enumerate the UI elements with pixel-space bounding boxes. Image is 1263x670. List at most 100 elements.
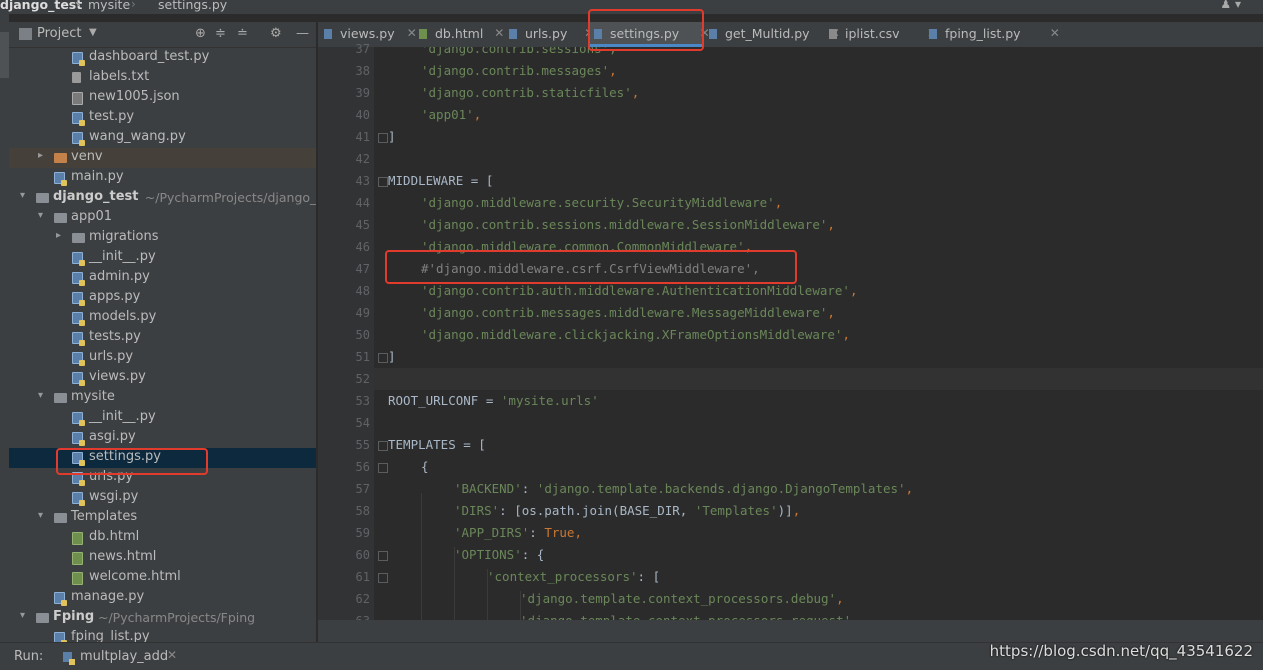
python-file-icon (54, 632, 67, 642)
code-line[interactable]: 'django.middleware.clickjacking.XFrameOp… (388, 324, 850, 346)
editor-tab[interactable]: fping_list.py ✕ (923, 22, 1060, 47)
code-line[interactable]: 'app01', (388, 104, 481, 126)
editor-tab[interactable]: iplist.csv✕ (823, 22, 937, 47)
tree-row[interactable]: asgi.py (9, 428, 316, 448)
tree-row[interactable]: manage.py (9, 588, 316, 608)
tree-row[interactable]: welcome.html (9, 568, 316, 588)
gear-icon[interactable]: ⚙ (270, 26, 282, 41)
breadcrumb-file[interactable]: settings.py (158, 0, 227, 12)
line-number: 40 (355, 108, 370, 122)
expand-all-icon[interactable]: ≑ (215, 26, 226, 41)
code-line[interactable]: 'django.template.context_processors.requ… (388, 610, 859, 620)
chevron-down-icon[interactable]: ▾ (20, 190, 25, 201)
code-line[interactable]: #'django.middleware.csrf.CsrfViewMiddlew… (388, 258, 760, 280)
code-line[interactable]: 'django.contrib.messages', (388, 60, 617, 82)
tree-item-label: Fping (53, 609, 95, 624)
tree-row[interactable]: settings.py (9, 448, 316, 468)
chevron-right-icon[interactable]: ▸ (38, 150, 43, 161)
hide-icon[interactable]: — (296, 26, 309, 41)
tree-row[interactable]: __init__.py (9, 248, 316, 268)
close-icon[interactable]: ✕ (167, 648, 177, 662)
chevron-down-icon[interactable]: ▾ (38, 210, 43, 221)
html-file-icon (419, 29, 427, 39)
code-line[interactable]: 'context_processors': [ (388, 566, 660, 588)
code-line[interactable]: 'django.middleware.security.SecurityMidd… (388, 192, 782, 214)
chevron-down-icon[interactable]: ▾ (20, 610, 25, 621)
code-line[interactable]: MIDDLEWARE = [ (388, 170, 493, 192)
tree-item-label: wang_wang.py (89, 129, 186, 144)
tree-row[interactable]: ▾ Fping ~/PycharmProjects/Fping (9, 608, 316, 628)
chevron-down-icon[interactable]: ▾ (38, 510, 43, 521)
code-line[interactable]: 'django.template.context_processors.debu… (388, 588, 844, 610)
fold-marker-icon[interactable] (378, 463, 388, 473)
code-line[interactable]: 'django.middleware.common.CommonMiddlewa… (388, 236, 752, 258)
code-token: 'django.contrib.messages.middleware.Mess… (421, 305, 828, 320)
tree-row[interactable]: urls.py (9, 348, 316, 368)
tree-row[interactable]: test.py (9, 108, 316, 128)
editor-tab[interactable]: db.html ✕ (413, 22, 504, 47)
code-editor[interactable]: 'django.contrib.sessions', 'django.contri… (374, 47, 1263, 620)
code-line[interactable]: 'django.contrib.auth.middleware.Authenti… (388, 280, 858, 302)
code-line[interactable]: 'APP_DIRS': True, (388, 522, 582, 544)
code-line[interactable]: 'OPTIONS': { (388, 544, 544, 566)
code-token: 'django.contrib.sessions.middleware.Sess… (421, 217, 828, 232)
user-icon[interactable]: ♟ ▾ (1220, 0, 1241, 11)
editor-tab[interactable]: settings.py ✕ (588, 22, 710, 47)
chevron-down-icon[interactable]: ▾ (38, 390, 43, 401)
code-line[interactable] (374, 368, 1263, 390)
tree-row[interactable]: dashboard_test.py (9, 48, 316, 68)
editor-tab[interactable]: get_Multid.py✕ (703, 22, 840, 47)
tree-row[interactable]: ▾ app01 (9, 208, 316, 228)
tree-row[interactable]: new1005.json (9, 88, 316, 108)
code-line[interactable]: 'django.contrib.staticfiles', (388, 82, 639, 104)
tree-row[interactable]: wsgi.py (9, 488, 316, 508)
fold-marker-icon[interactable] (378, 551, 388, 561)
tree-row[interactable]: tests.py (9, 328, 316, 348)
code-line[interactable]: 'django.contrib.messages.middleware.Mess… (388, 302, 835, 324)
fold-marker-icon[interactable] (378, 177, 388, 187)
run-config-tab[interactable]: multplay_add (80, 649, 168, 664)
tree-row[interactable]: ▸ venv (9, 148, 316, 168)
code-line[interactable]: { (388, 456, 429, 478)
tree-row[interactable]: db.html (9, 528, 316, 548)
tree-row[interactable]: urls.py (9, 468, 316, 488)
chevron-down-icon[interactable]: ▼ (89, 27, 97, 38)
tree-row[interactable]: fping_list.py (9, 628, 316, 642)
tree-row[interactable]: labels.txt (9, 68, 316, 88)
tree-row[interactable]: ▾ mysite (9, 388, 316, 408)
tree-row[interactable]: ▾ Templates (9, 508, 316, 528)
tree-row[interactable]: apps.py (9, 288, 316, 308)
code-line[interactable]: ROOT_URLCONF = 'mysite.urls' (388, 390, 599, 412)
tree-row[interactable]: wang_wang.py (9, 128, 316, 148)
tree-row[interactable]: ▾ django_test ~/PycharmProjects/django_tes (9, 188, 316, 208)
tree-row[interactable]: ▸ migrations (9, 228, 316, 248)
fold-marker-icon[interactable] (378, 573, 388, 583)
code-line[interactable]: 'django.contrib.sessions', (388, 47, 617, 60)
chevron-right-icon[interactable]: ▸ (56, 230, 61, 241)
tree-row[interactable]: main.py (9, 168, 316, 188)
tree-row[interactable]: admin.py (9, 268, 316, 288)
python-file-icon (594, 29, 602, 39)
tree-row[interactable]: models.py (9, 308, 316, 328)
code-line[interactable]: ] (388, 346, 396, 368)
tree-row[interactable]: news.html (9, 548, 316, 568)
fold-marker-icon[interactable] (378, 353, 388, 363)
tree-row[interactable]: views.py (9, 368, 316, 388)
close-icon[interactable]: ✕ (1050, 26, 1060, 40)
fold-marker-icon[interactable] (378, 133, 388, 143)
code-line[interactable]: 'DIRS': [os.path.join(BASE_DIR, 'Templat… (388, 500, 800, 522)
code-line[interactable]: ] (388, 126, 396, 148)
project-panel-title[interactable]: Project (37, 26, 81, 41)
code-line[interactable]: 'BACKEND': 'django.template.backends.dja… (388, 478, 913, 500)
editor-bottom-strip (318, 620, 1263, 642)
line-number: 54 (355, 416, 370, 430)
collapse-all-icon[interactable]: ≐ (237, 26, 248, 41)
fold-marker-icon[interactable] (378, 441, 388, 451)
code-line[interactable]: 'django.contrib.sessions.middleware.Sess… (388, 214, 835, 236)
locate-icon[interactable]: ⊕ (195, 26, 206, 41)
code-line[interactable]: TEMPLATES = [ (388, 434, 486, 456)
breadcrumb-project[interactable]: django_test (0, 0, 82, 12)
tree-row[interactable]: __init__.py (9, 408, 316, 428)
editor-tab[interactable]: urls.py✕ (503, 22, 594, 47)
breadcrumb-folder[interactable]: mysite (88, 0, 130, 12)
